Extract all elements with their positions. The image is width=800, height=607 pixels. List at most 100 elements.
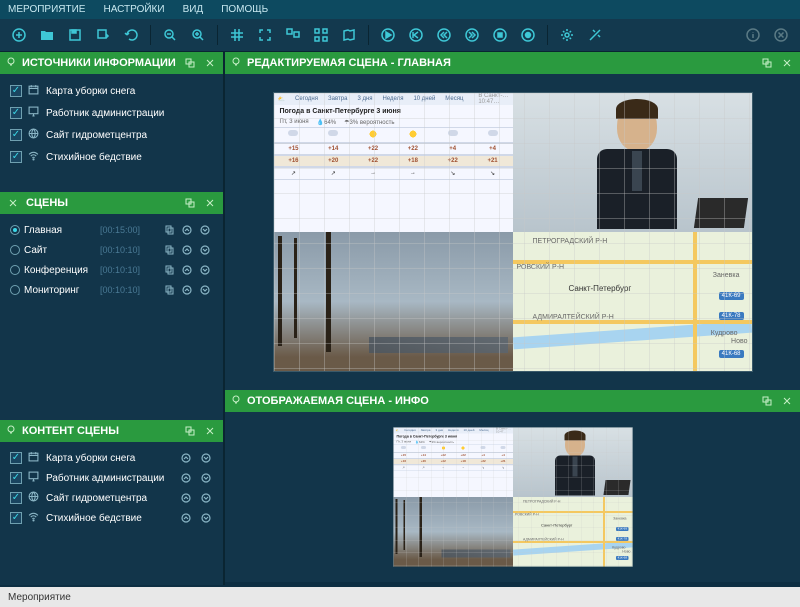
map-marker: 41К-69 xyxy=(616,527,628,531)
editor-canvas[interactable]: ⛅СегодняЗавтра3 дняНеделя10 днейМесяцВ С… xyxy=(273,92,753,372)
statusbar-text: Мероприятие xyxy=(8,592,71,603)
close-icon[interactable] xyxy=(203,424,217,438)
map-city-label: Санкт-Петербург xyxy=(541,523,572,528)
source-label: Работник администрации xyxy=(46,108,164,119)
map-icon[interactable] xyxy=(336,23,362,47)
calendar-icon xyxy=(28,84,40,98)
content-row: Стихийное бедствие xyxy=(8,508,215,528)
editor-title: РЕДАКТИРУЕМАЯ СЦЕНА - ГЛАВНАЯ xyxy=(247,57,754,69)
map-district-label: РОВСКИЙ Р-Н xyxy=(517,264,565,271)
close-icon[interactable] xyxy=(780,56,794,70)
radio[interactable] xyxy=(10,225,20,235)
copy-icon[interactable] xyxy=(162,223,176,237)
up-icon[interactable] xyxy=(180,223,194,237)
checkbox[interactable] xyxy=(10,452,22,464)
dock-icon[interactable] xyxy=(760,56,774,70)
close-icon[interactable] xyxy=(203,196,217,210)
up-icon[interactable] xyxy=(180,263,194,277)
radio[interactable] xyxy=(10,285,20,295)
stop-icon[interactable] xyxy=(487,23,513,47)
up-icon[interactable] xyxy=(180,283,194,297)
content-row: Работник администрации xyxy=(8,468,215,488)
checkbox[interactable] xyxy=(10,472,22,484)
copy-icon[interactable] xyxy=(162,283,176,297)
close-icon[interactable] xyxy=(6,196,20,210)
display-canvas: ⛅СегодняЗавтра3 дняНеделя10 днейМесяцВ С… xyxy=(393,427,633,567)
rec-icon[interactable] xyxy=(515,23,541,47)
scenes-panel: СЦЕНЫ Главная [00:15:00] Сайт [00:10:10]… xyxy=(0,192,223,362)
close-app-icon[interactable] xyxy=(768,23,794,47)
fwd-icon[interactable] xyxy=(459,23,485,47)
checkbox[interactable] xyxy=(10,85,22,97)
checkbox[interactable] xyxy=(10,107,22,119)
checkbox[interactable] xyxy=(10,151,22,163)
save-icon[interactable] xyxy=(62,23,88,47)
checkbox[interactable] xyxy=(10,512,22,524)
down-icon[interactable] xyxy=(199,511,213,525)
grid4-icon[interactable] xyxy=(308,23,334,47)
save-as-icon[interactable] xyxy=(90,23,116,47)
weather-nav: 3 дня xyxy=(435,429,443,432)
down-icon[interactable] xyxy=(199,471,213,485)
dock-icon[interactable] xyxy=(183,196,197,210)
info-icon[interactable] xyxy=(740,23,766,47)
rew-icon[interactable] xyxy=(431,23,457,47)
map-tile[interactable]: ПЕТРОГРАДСКИЙ Р-Н РОВСКИЙ Р-Н Санкт-Пете… xyxy=(513,497,633,567)
up-icon[interactable] xyxy=(179,511,193,525)
down-icon[interactable] xyxy=(199,491,213,505)
down-icon[interactable] xyxy=(198,263,212,277)
down-icon[interactable] xyxy=(198,283,212,297)
weather-tile[interactable]: ⛅СегодняЗавтра3 дняНеделя10 днейМесяцВ С… xyxy=(393,428,513,498)
down-icon[interactable] xyxy=(198,243,212,257)
up-icon[interactable] xyxy=(180,243,194,257)
map-marker: 41К-78 xyxy=(616,537,628,541)
close-icon[interactable] xyxy=(203,56,217,70)
weather-tile[interactable]: ⛅СегодняЗавтра3 дняНеделя10 днейМесяцВ С… xyxy=(274,93,513,232)
zoom-in-icon[interactable] xyxy=(185,23,211,47)
open-icon[interactable] xyxy=(34,23,60,47)
sources-title: ИСТОЧНИКИ ИНФОРМАЦИИ xyxy=(22,57,177,69)
radio[interactable] xyxy=(10,245,20,255)
menu-event[interactable]: МЕРОПРИЯТИЕ xyxy=(8,4,85,15)
checkbox[interactable] xyxy=(10,129,22,141)
prev-icon[interactable] xyxy=(403,23,429,47)
admin-worker-tile[interactable] xyxy=(513,428,633,498)
content-label: Стихийное бедствие xyxy=(46,513,142,524)
map-district-label: АДМИРАЛТЕЙСКИЙ Р-Н xyxy=(523,538,564,542)
admin-worker-tile[interactable] xyxy=(513,93,752,232)
copy-icon[interactable] xyxy=(162,243,176,257)
tools-icon[interactable] xyxy=(582,23,608,47)
map-district-label: ПЕТРОГРАДСКИЙ Р-Н xyxy=(523,500,560,504)
copy-icon[interactable] xyxy=(162,263,176,277)
scenes-header: СЦЕНЫ xyxy=(0,192,223,214)
up-icon[interactable] xyxy=(179,451,193,465)
scene-name: Сайт xyxy=(24,245,96,256)
zoom-out-icon[interactable] xyxy=(157,23,183,47)
up-icon[interactable] xyxy=(179,471,193,485)
undo-icon[interactable] xyxy=(118,23,144,47)
left-column: ИСТОЧНИКИ ИНФОРМАЦИИ Карта уборки снега … xyxy=(0,52,225,585)
dock-icon[interactable] xyxy=(760,394,774,408)
menu-view[interactable]: ВИД xyxy=(183,4,204,15)
tiles-icon[interactable] xyxy=(280,23,306,47)
down-icon[interactable] xyxy=(198,223,212,237)
radio[interactable] xyxy=(10,265,20,275)
menu-settings[interactable]: НАСТРОЙКИ xyxy=(103,4,164,15)
map-place-label: Кудрово xyxy=(711,330,738,337)
map-district-label: РОВСКИЙ Р-Н xyxy=(515,513,539,517)
dock-icon[interactable] xyxy=(183,424,197,438)
map-tile[interactable]: ПЕТРОГРАДСКИЙ Р-Н РОВСКИЙ Р-Н Санкт-Пете… xyxy=(513,232,752,371)
gear-icon[interactable] xyxy=(554,23,580,47)
disaster-tile[interactable] xyxy=(274,232,513,371)
close-icon[interactable] xyxy=(780,394,794,408)
disaster-tile[interactable] xyxy=(393,497,513,567)
new-icon[interactable] xyxy=(6,23,32,47)
down-icon[interactable] xyxy=(199,451,213,465)
grid-icon[interactable] xyxy=(224,23,250,47)
menu-help[interactable]: ПОМОЩЬ xyxy=(221,4,268,15)
checkbox[interactable] xyxy=(10,492,22,504)
play-icon[interactable] xyxy=(375,23,401,47)
dock-icon[interactable] xyxy=(183,56,197,70)
up-icon[interactable] xyxy=(179,491,193,505)
fit-icon[interactable] xyxy=(252,23,278,47)
